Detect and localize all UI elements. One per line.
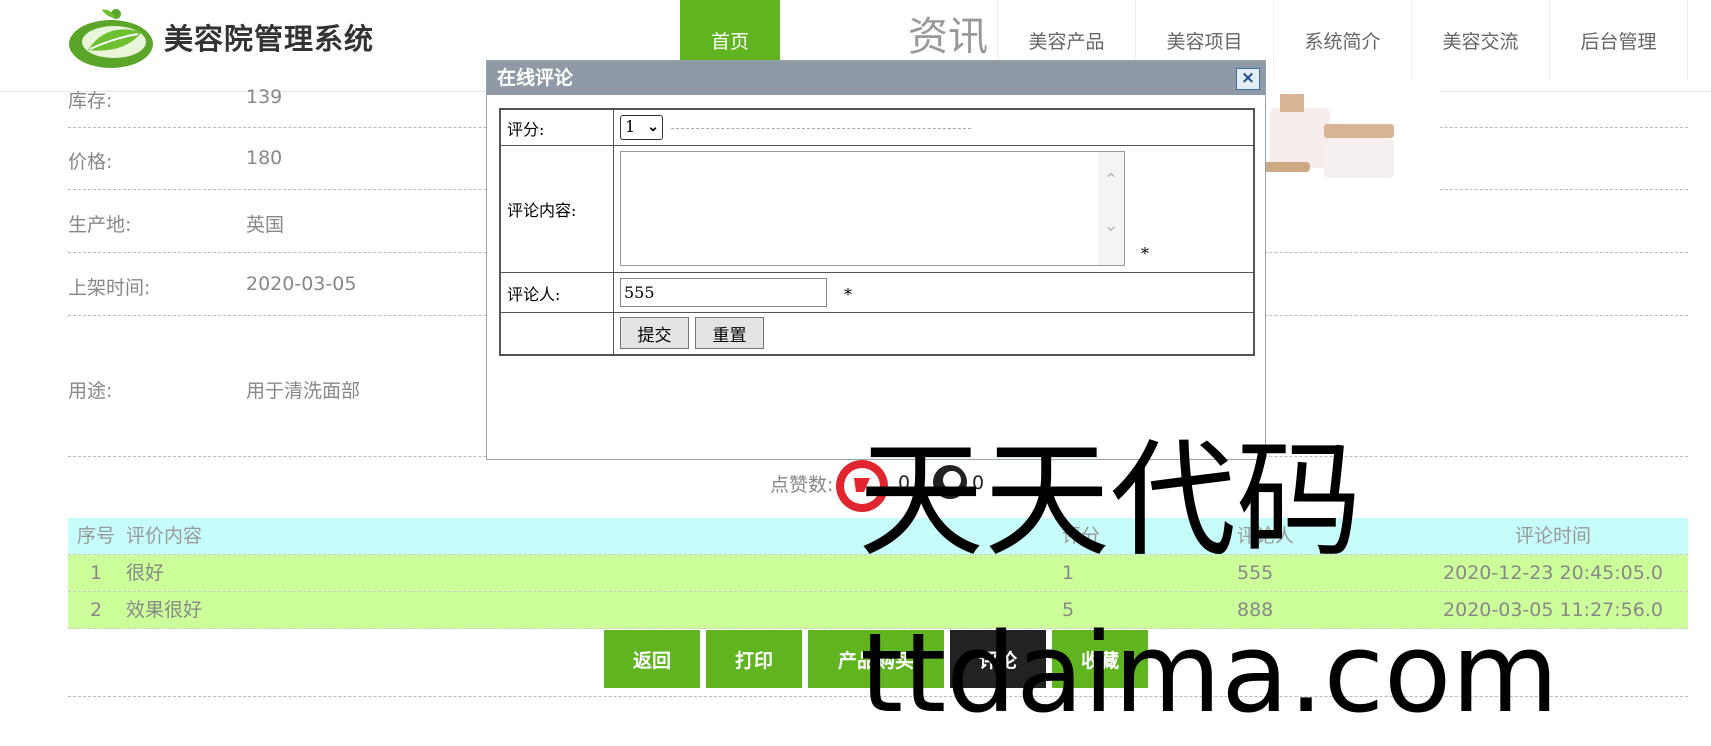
back-button[interactable]: 返回 bbox=[604, 630, 700, 688]
content-textarea[interactable]: ⌃ ⌄ bbox=[620, 151, 1125, 266]
action-buttons: 返回 打印 产品购买 评论 收藏 bbox=[604, 630, 1148, 688]
row-score: 5 bbox=[1062, 599, 1075, 621]
reset-button[interactable]: 重置 bbox=[695, 317, 764, 349]
nav-admin[interactable]: 后台管理 bbox=[1550, 0, 1688, 80]
col-score: 评分 bbox=[1062, 525, 1101, 547]
commenter-label: 评论人: bbox=[501, 273, 614, 312]
row-no: 2 bbox=[89, 599, 103, 621]
close-icon[interactable]: × bbox=[1236, 68, 1260, 90]
table-row: 1 很好 1 555 2020-12-23 20:45:05.0 bbox=[68, 555, 1688, 592]
required-mark: * bbox=[844, 285, 852, 304]
comments-table: 序号 评价内容 评分 评论人 评论时间 1 很好 1 555 2020-12-2… bbox=[68, 518, 1688, 629]
date-value: 2020-03-05 bbox=[246, 273, 357, 295]
score-label: 评分: bbox=[501, 110, 614, 145]
usage-value: 用于清洗面部 bbox=[246, 380, 361, 402]
row-user: 555 bbox=[1237, 562, 1274, 584]
stock-value: 139 bbox=[246, 86, 283, 108]
row-no: 1 bbox=[89, 562, 103, 584]
print-button[interactable]: 打印 bbox=[706, 630, 802, 688]
row-time: 2020-12-23 20:45:05.0 bbox=[1443, 562, 1663, 584]
divider bbox=[68, 696, 1688, 697]
favorite-button[interactable]: 收藏 bbox=[1052, 630, 1148, 688]
empty-label-cell bbox=[501, 313, 614, 354]
price-value: 180 bbox=[246, 147, 283, 169]
nav-system-intro[interactable]: 系统简介 bbox=[1274, 0, 1412, 80]
row-content: 效果很好 bbox=[126, 599, 203, 621]
scroll-up-icon[interactable]: ⌃ bbox=[1098, 170, 1124, 191]
col-no: 序号 bbox=[76, 525, 115, 547]
stock-label: 库存: bbox=[68, 90, 113, 112]
score-select[interactable]: 1 ⌄ bbox=[620, 115, 663, 140]
comment-dialog: 在线评论 × 评分: 1 ⌄ 评论内容: ⌃ ⌄ * 评论人: 555 * 提交… bbox=[486, 60, 1266, 460]
content-row: 评论内容: ⌃ ⌄ * bbox=[501, 146, 1253, 273]
score-row: 评分: 1 ⌄ bbox=[501, 110, 1253, 146]
comment-form: 评分: 1 ⌄ 评论内容: ⌃ ⌄ * 评论人: 555 * 提交 重置 bbox=[499, 108, 1255, 356]
leaf-logo-icon bbox=[69, 9, 153, 68]
commenter-input[interactable]: 555 bbox=[620, 278, 827, 307]
score-selected: 1 bbox=[625, 117, 636, 136]
table-row: 2 效果很好 5 888 2020-03-05 11:27:56.0 bbox=[68, 592, 1688, 629]
origin-label: 生产地: bbox=[68, 214, 132, 236]
dislike-count: 0 bbox=[972, 472, 985, 494]
likes-label: 点赞数: bbox=[770, 474, 834, 496]
row-content: 很好 bbox=[126, 562, 165, 584]
thumbs-down-icon[interactable] bbox=[930, 462, 970, 502]
like-count: 0 bbox=[898, 472, 911, 494]
row-user: 888 bbox=[1237, 599, 1274, 621]
textarea-scrollbar[interactable]: ⌃ ⌄ bbox=[1098, 152, 1124, 265]
nav-beauty-exchange[interactable]: 美容交流 bbox=[1412, 0, 1550, 80]
dotted-guide bbox=[671, 128, 971, 129]
col-user: 评论人 bbox=[1237, 525, 1295, 547]
thumbs-up-icon[interactable] bbox=[834, 458, 890, 514]
origin-value: 英国 bbox=[246, 214, 285, 236]
buttons-row: 提交 重置 bbox=[501, 313, 1253, 354]
date-label: 上架时间: bbox=[68, 277, 151, 299]
commenter-row: 评论人: 555 * bbox=[501, 273, 1253, 313]
content-label: 评论内容: bbox=[501, 146, 614, 272]
usage-label: 用途: bbox=[68, 380, 113, 402]
scroll-down-icon[interactable]: ⌄ bbox=[1098, 215, 1124, 236]
price-label: 价格: bbox=[68, 151, 113, 173]
chevron-down-icon: ⌄ bbox=[647, 119, 659, 135]
dialog-title-bar: 在线评论 × bbox=[487, 61, 1265, 95]
col-content: 评价内容 bbox=[126, 525, 203, 547]
table-header-row: 序号 评价内容 评分 评论人 评论时间 bbox=[68, 518, 1688, 555]
comment-button[interactable]: 评论 bbox=[950, 630, 1046, 688]
submit-button[interactable]: 提交 bbox=[620, 317, 689, 349]
row-time: 2020-03-05 11:27:56.0 bbox=[1443, 599, 1663, 621]
site-title: 美容院管理系统 bbox=[164, 22, 375, 56]
col-time: 评论时间 bbox=[1514, 525, 1591, 547]
required-mark: * bbox=[1141, 244, 1149, 263]
dialog-title: 在线评论 bbox=[497, 67, 574, 89]
row-score: 1 bbox=[1062, 562, 1075, 584]
buy-button[interactable]: 产品购买 bbox=[808, 630, 944, 688]
